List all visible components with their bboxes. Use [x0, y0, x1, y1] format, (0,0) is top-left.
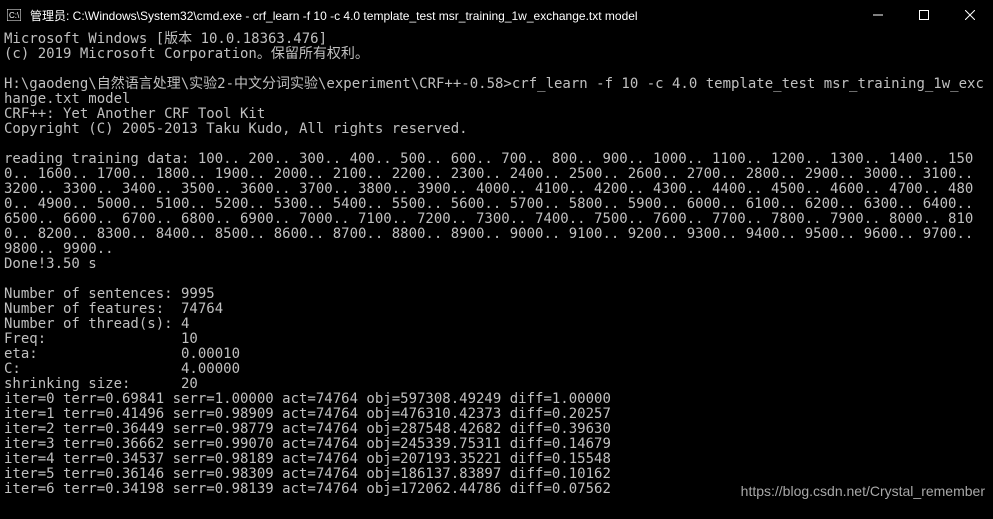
svg-text:C:\: C:\ — [9, 11, 20, 20]
window-title: 管理员: C:\Windows\System32\cmd.exe - crf_l… — [30, 7, 855, 24]
terminal-output[interactable]: Microsoft Windows [版本 10.0.18363.476] (c… — [0, 30, 993, 499]
minimize-button[interactable] — [855, 0, 901, 30]
window-titlebar: C:\ 管理员: C:\Windows\System32\cmd.exe - c… — [0, 0, 993, 30]
terminal-iterations: iter=0 terr=0.69841 serr=1.00000 act=747… — [4, 391, 611, 497]
minimize-icon — [873, 10, 883, 20]
terminal-header: Microsoft Windows [版本 10.0.18363.476] (c… — [4, 31, 984, 272]
watermark-text: https://blog.csdn.net/Crystal_remember — [741, 483, 985, 499]
cmd-icon: C:\ — [6, 7, 22, 23]
window-controls — [855, 0, 993, 30]
maximize-icon — [919, 10, 929, 20]
close-icon — [965, 10, 975, 20]
maximize-button[interactable] — [901, 0, 947, 30]
terminal-stats: Number of sentences: 9995 Number of feat… — [4, 286, 240, 392]
close-button[interactable] — [947, 0, 993, 30]
